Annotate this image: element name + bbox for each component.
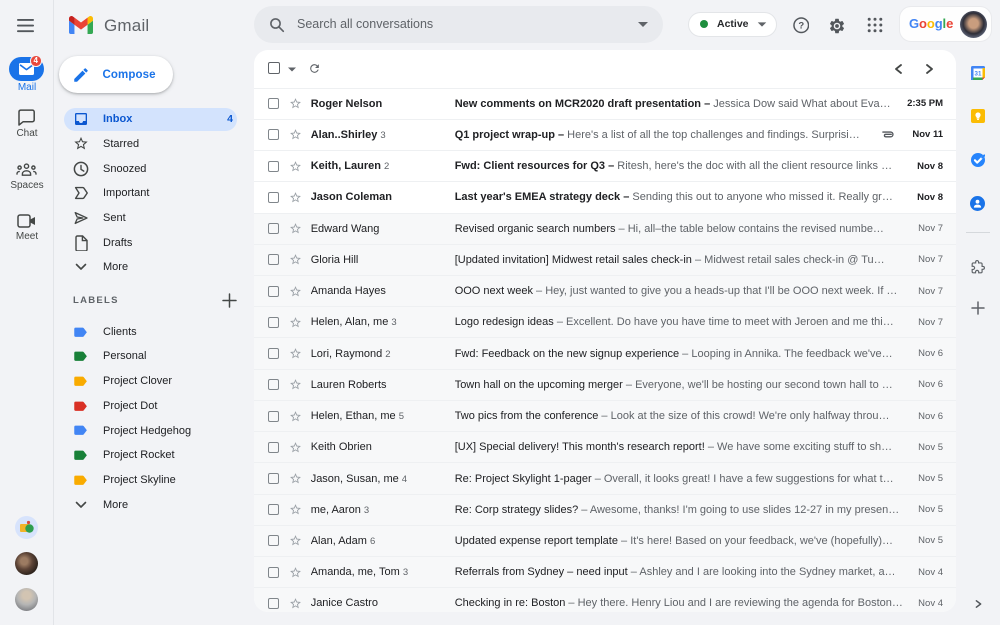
svg-text:31: 31	[975, 71, 982, 78]
svg-text:?: ?	[798, 21, 804, 32]
